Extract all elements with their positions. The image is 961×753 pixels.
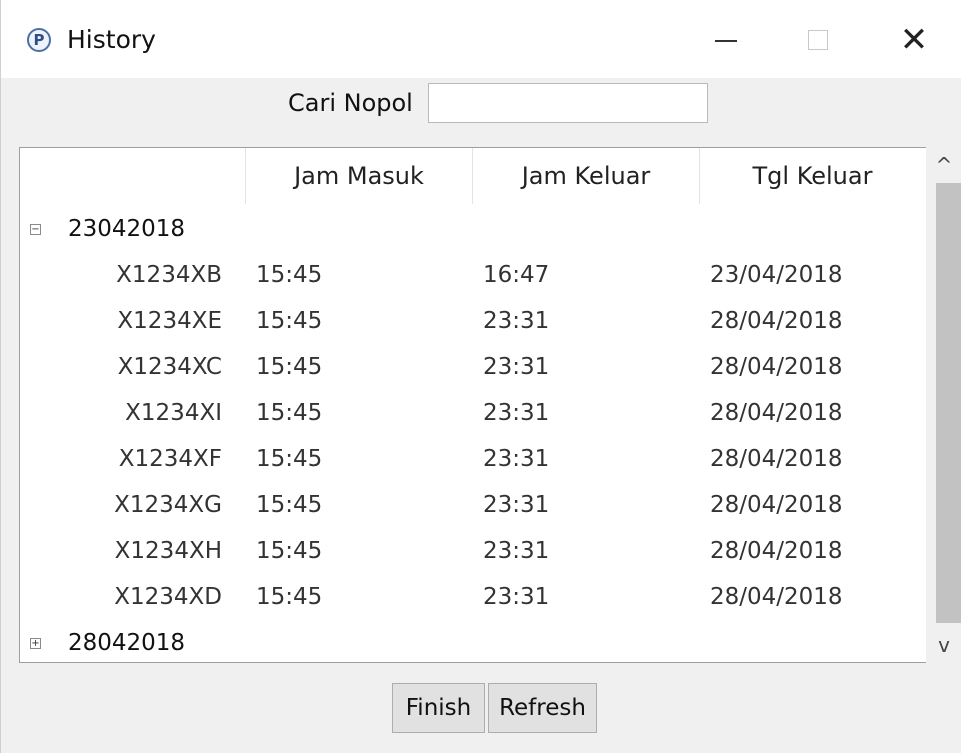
cell-jam-keluar: 23:31 (483, 492, 550, 518)
refresh-button[interactable]: Refresh (488, 683, 597, 733)
cell-nopol: X1234XD (114, 584, 222, 610)
cell-tgl-keluar: 28/04/2018 (710, 308, 843, 334)
cell-jam-masuk: 15:45 (256, 492, 323, 518)
table-header: Jam Masuk Jam Keluar Tgl Keluar (20, 148, 935, 204)
scroll-down-arrow-icon[interactable]: v (926, 627, 961, 663)
app-icon: P (27, 28, 51, 52)
scroll-up-arrow-icon[interactable]: ^ (926, 147, 961, 183)
column-header-tgl-keluar[interactable]: Tgl Keluar (700, 148, 925, 204)
cell-jam-keluar: 23:31 (483, 446, 550, 472)
maximize-icon (808, 30, 828, 50)
minimize-button[interactable] (691, 14, 761, 66)
table-row[interactable]: X1234XE 15:45 23:31 28/04/2018 (20, 298, 935, 344)
cell-tgl-keluar: 28/04/2018 (710, 446, 843, 472)
cell-jam-masuk: 15:45 (256, 584, 323, 610)
search-nopol-input[interactable] (428, 83, 708, 123)
table-row[interactable]: X1234XC 15:45 23:31 28/04/2018 (20, 344, 935, 390)
column-header-jam-keluar[interactable]: Jam Keluar (473, 148, 699, 204)
expand-icon[interactable]: + (30, 638, 41, 649)
cell-jam-masuk: 15:45 (256, 262, 323, 288)
maximize-button[interactable] (783, 14, 853, 66)
cell-jam-keluar: 16:47 (483, 262, 550, 288)
column-header-jam-masuk[interactable]: Jam Masuk (246, 148, 472, 204)
cell-tgl-keluar: 23/04/2018 (710, 262, 843, 288)
close-icon: ✕ (899, 20, 929, 60)
cell-nopol: X1234XI (125, 400, 222, 426)
cell-nopol: X1234XG (114, 492, 222, 518)
column-header-nopol[interactable] (20, 148, 245, 204)
cell-tgl-keluar: 28/04/2018 (710, 400, 843, 426)
cell-jam-keluar: 23:31 (483, 400, 550, 426)
cell-tgl-keluar: 28/04/2018 (710, 354, 843, 380)
scroll-thumb[interactable] (936, 183, 961, 623)
cell-nopol: X1234XB (116, 262, 222, 288)
cell-tgl-keluar: 28/04/2018 (710, 492, 843, 518)
table-row[interactable]: X1234XG 15:45 23:31 28/04/2018 (20, 482, 935, 528)
title-bar[interactable]: P History ✕ (1, 0, 961, 78)
finish-button[interactable]: Finish (392, 683, 485, 733)
cell-jam-masuk: 15:45 (256, 446, 323, 472)
cell-tgl-keluar: 28/04/2018 (710, 584, 843, 610)
cell-jam-masuk: 15:45 (256, 354, 323, 380)
table-row[interactable]: X1234XF 15:45 23:31 28/04/2018 (20, 436, 935, 482)
table-row[interactable]: X1234XI 15:45 23:31 28/04/2018 (20, 390, 935, 436)
cell-nopol: X1234XH (114, 538, 222, 564)
window-title: History (67, 25, 156, 54)
cell-jam-masuk: 15:45 (256, 400, 323, 426)
search-label: Cari Nopol (288, 89, 413, 117)
history-tree-table[interactable]: Jam Masuk Jam Keluar Tgl Keluar − 2304201… (19, 147, 944, 663)
cell-tgl-keluar: 28/04/2018 (710, 538, 843, 564)
cell-nopol: X1234XF (118, 446, 222, 472)
tree-group-label: 28042018 (68, 630, 186, 656)
minimize-icon (715, 40, 737, 42)
cell-jam-keluar: 23:31 (483, 354, 550, 380)
cell-nopol: X1234XE (117, 308, 222, 334)
collapse-icon[interactable]: − (30, 224, 41, 235)
table-row[interactable]: X1234XD 15:45 23:31 28/04/2018 (20, 574, 935, 620)
history-window: P History ✕ Cari Nopol Jam Masuk Jam Kel… (0, 0, 961, 753)
cell-jam-masuk: 15:45 (256, 538, 323, 564)
table-row[interactable]: X1234XH 15:45 23:31 28/04/2018 (20, 528, 935, 574)
cell-nopol: X1234XC (117, 354, 222, 380)
cell-jam-keluar: 23:31 (483, 584, 550, 610)
vertical-scrollbar[interactable]: ^ v (926, 147, 961, 663)
cell-jam-keluar: 23:31 (483, 538, 550, 564)
table-row[interactable]: X1234XB 15:45 16:47 23/04/2018 (20, 252, 935, 298)
tree-group-label: 23042018 (68, 216, 186, 242)
cell-jam-keluar: 23:31 (483, 308, 550, 334)
cell-jam-masuk: 15:45 (256, 308, 323, 334)
close-button[interactable]: ✕ (879, 14, 949, 66)
